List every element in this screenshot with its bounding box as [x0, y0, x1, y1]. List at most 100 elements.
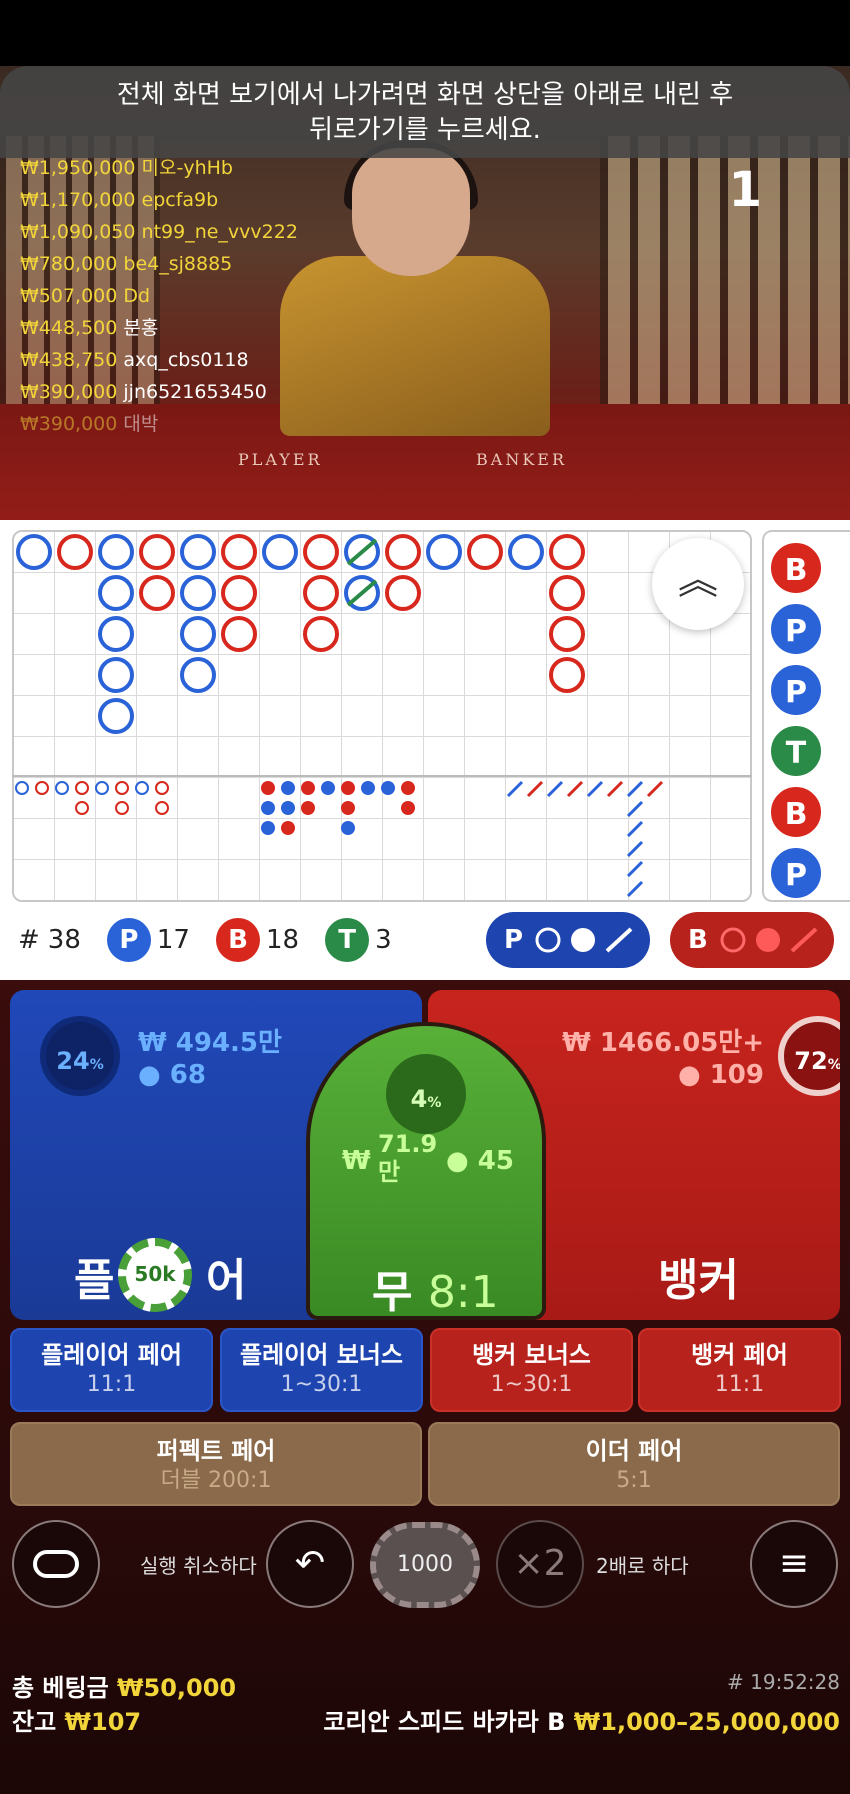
side-bet-odds: 11:1 [86, 1372, 137, 1397]
leaderboard-amount: ₩1,170,000 [20, 189, 136, 211]
road-mark [467, 534, 503, 570]
road-mark [549, 575, 585, 611]
double-button[interactable]: ×2 [496, 1520, 584, 1608]
derived-road-mark [155, 801, 169, 815]
side-bet-label: 뱅커 페어 [691, 1341, 788, 1369]
leaderboard-amount: ₩507,000 [20, 285, 118, 307]
leaderboard-amount: ₩1,090,050 [20, 221, 136, 243]
percent-unit: % [89, 1057, 104, 1073]
banker-percent: 72 [794, 1047, 828, 1075]
small-road-mark [341, 781, 355, 795]
leaderboard-amount: ₩390,000 [20, 381, 118, 403]
banker-bonus-button[interactable]: 뱅커 보너스 1~30:1 [430, 1328, 633, 1412]
road-mark [221, 534, 257, 570]
road-mark [508, 534, 544, 570]
player-title-a: 플 [74, 1255, 115, 1306]
tie-wins-badge: T [325, 918, 370, 962]
player-predict-label: P [504, 925, 524, 955]
road-mark [262, 534, 298, 570]
chip-stack-icon [33, 1550, 79, 1578]
small-road-mark [401, 801, 415, 815]
perfect-pair-label: 퍼펙트 페어 [156, 1437, 276, 1465]
cockroach-road-mark [626, 780, 644, 798]
selected-chip[interactable]: 1000 [370, 1522, 480, 1608]
side-bet-label: 플레이어 보너스 [240, 1341, 403, 1369]
tie-amount-symbol: ₩ [342, 1146, 371, 1176]
small-road-mark [281, 801, 295, 815]
road-mark [221, 616, 257, 652]
table-info-row: 코리안 스피드 바카라 B ₩1,000–25,000,000 [323, 1702, 840, 1737]
leaderboard-name: nt99_ne_vvv222 [135, 221, 298, 243]
leaderboard-row: ₩390,000 jjn6521653450 [20, 376, 267, 408]
player-total-amount: ₩ 494.5만 [138, 1028, 282, 1058]
placed-chip[interactable]: 50k [118, 1238, 192, 1312]
person-icon: ● [446, 1146, 469, 1176]
leaderboard-name: Dd [117, 285, 151, 307]
banker-wins-count: 18 [265, 925, 300, 955]
player-pair-button[interactable]: 플레이어 페어 11:1 [10, 1328, 213, 1412]
derived-road-mark [35, 781, 49, 795]
leaderboard-amount: ₩390,000 [20, 413, 118, 435]
leaderboard-name: 대박 [117, 413, 159, 435]
dealer-figure [280, 256, 550, 436]
leaderboard-amount: ₩438,750 [20, 349, 118, 371]
small-road-mark [281, 821, 295, 835]
total-rounds: 38 [47, 925, 81, 955]
undo-button[interactable]: ↶ [266, 1520, 354, 1608]
predict-road-icons [535, 927, 633, 953]
undo-icon: ↶ [294, 1543, 326, 1584]
either-pair-button[interactable]: 이더 페어 5:1 [428, 1422, 840, 1506]
road-mark [180, 534, 216, 570]
player-percent-ring: 24% [40, 1016, 120, 1096]
leaderboard-name: 분홍 [117, 317, 159, 339]
game-id: # 19:52:28 [727, 1670, 840, 1694]
road-mark [98, 698, 134, 734]
bead-road[interactable]: BPPTBP [762, 530, 850, 902]
expand-roads-button[interactable]: ︽ [652, 538, 744, 630]
player-predict-button[interactable]: P [486, 912, 650, 968]
tie-bet-zone[interactable]: 4% ₩ 71.9 만 ● 45 무 8:1 [306, 1022, 546, 1320]
leaderboard-name: epcfa9b [135, 189, 219, 211]
player-wins-count: 17 [156, 925, 190, 955]
side-bet-odds: 1~30:1 [490, 1372, 573, 1397]
banker-pair-button[interactable]: 뱅커 페어 11:1 [638, 1328, 841, 1412]
road-mark [98, 534, 134, 570]
side-bet-odds: 11:1 [714, 1372, 765, 1397]
tie-mark [346, 538, 378, 566]
road-mark [549, 657, 585, 693]
leaderboard-amount: ₩780,000 [20, 253, 118, 275]
double-label: 2배로 하다 [596, 1554, 689, 1578]
chip-stack-button[interactable] [12, 1520, 100, 1608]
chevron-up-double-icon: ︽ [678, 557, 718, 603]
cockroach-road-mark [606, 780, 624, 798]
side-bet-odds: 1~30:1 [280, 1372, 363, 1397]
total-rounds-label: # [18, 925, 40, 955]
player-bonus-button[interactable]: 플레이어 보너스 1~30:1 [220, 1328, 423, 1412]
tie-title: 무 8:1 [372, 1256, 499, 1318]
perfect-pair-button[interactable]: 퍼펙트 페어 더블 200:1 [10, 1422, 422, 1506]
banker-predict-button[interactable]: B [670, 912, 834, 968]
small-road-mark [401, 781, 415, 795]
road-mark [303, 575, 339, 611]
menu-button[interactable]: ≡ [750, 1520, 838, 1608]
player-bettor-count: 68 [169, 1060, 206, 1090]
road-mark [180, 616, 216, 652]
tie-odds: 8:1 [427, 1267, 499, 1318]
small-road-mark [341, 801, 355, 815]
tie-percent: 4 [410, 1085, 428, 1113]
bet-limits: ₩1,000–25,000,000 [573, 1708, 840, 1736]
small-road-mark [261, 781, 275, 795]
tie-total-amount: 71.9 만 [378, 1130, 437, 1186]
tie-percent-ring: 4% [386, 1054, 466, 1134]
cockroach-road-mark [586, 780, 604, 798]
leaderboard-row: ₩507,000 Dd [20, 280, 150, 312]
side-bet-label: 플레이어 페어 [41, 1341, 182, 1369]
small-road-mark [361, 781, 375, 795]
road-mark [16, 534, 52, 570]
banker-percent-ring: 72% [778, 1016, 840, 1096]
percent-unit: % [828, 1057, 840, 1073]
result-stats: # 38 P 17 B 18 T 3 [18, 912, 392, 968]
total-bet-value: ₩50,000 [117, 1674, 237, 1702]
big-road[interactable] [12, 530, 752, 902]
cockroach-road-mark [646, 780, 664, 798]
